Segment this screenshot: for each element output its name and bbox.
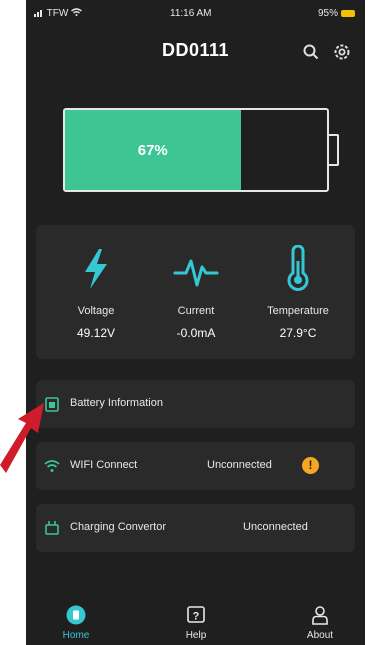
clock: 11:16 AM — [170, 8, 212, 19]
warning-icon: ! — [302, 457, 319, 474]
row-label: WIFI Connect — [70, 459, 138, 471]
tab-label: Home — [62, 630, 90, 641]
metrics-card: Voltage 49.12V Current -0.0mA Temperatur… — [36, 225, 355, 359]
battery-status: 95% — [318, 8, 355, 19]
search-icon[interactable] — [301, 42, 321, 62]
carrier-label: TFW — [34, 8, 82, 19]
carrier-name: TFW — [46, 8, 69, 19]
app-header: DD0111 — [26, 40, 365, 68]
row-label: Battery Information — [70, 397, 163, 409]
row-label: Charging Convertor — [70, 521, 166, 533]
lightning-icon — [85, 249, 107, 289]
charging-convertor-row[interactable]: Charging Convertor Unconnected — [36, 504, 355, 552]
metric-voltage: Voltage 49.12V — [46, 225, 146, 359]
home-icon — [66, 605, 86, 625]
battery-gauge: 67% — [63, 108, 339, 192]
tab-bar: Home ? Help About — [26, 595, 365, 645]
tab-label: Help — [185, 630, 207, 641]
plug-icon — [45, 521, 59, 535]
battery-status-value: 95% — [317, 8, 338, 19]
charging-status: Unconnected — [243, 521, 308, 533]
annotation-arrow-icon — [0, 403, 44, 473]
status-bar: TFW 11:16 AM 95% — [26, 8, 365, 24]
signal-icon — [34, 10, 42, 17]
pulse-icon — [173, 259, 219, 287]
help-icon: ? — [187, 606, 205, 623]
user-icon — [312, 606, 328, 625]
metric-label: Temperature — [267, 305, 329, 317]
phone-screen: TFW 11:16 AM 95% DD0111 67% Voltage 49.1… — [26, 0, 365, 645]
thermometer-icon — [287, 245, 309, 291]
battery-information-row[interactable]: Battery Information — [36, 380, 355, 428]
metric-label: Voltage — [77, 305, 115, 317]
wifi-connect-row[interactable]: WIFI Connect Unconnected ! — [36, 442, 355, 490]
metric-value: 27.9°C — [279, 326, 317, 340]
gear-icon[interactable] — [332, 42, 352, 62]
wifi-status-icon — [71, 8, 82, 16]
battery-percent: 67% — [137, 141, 168, 159]
battery-status-icon — [341, 9, 355, 17]
metric-temperature: Temperature 27.9°C — [248, 225, 348, 359]
metric-value: -0.0mA — [176, 326, 216, 340]
metric-value: 49.12V — [76, 326, 116, 340]
metric-current: Current -0.0mA — [146, 225, 246, 359]
tab-label: About — [306, 630, 334, 641]
wifi-status: Unconnected — [207, 459, 272, 471]
battery-tip — [327, 134, 339, 166]
metric-label: Current — [177, 305, 215, 317]
battery-outline: 67% — [63, 108, 329, 192]
svg-text:?: ? — [193, 611, 200, 623]
